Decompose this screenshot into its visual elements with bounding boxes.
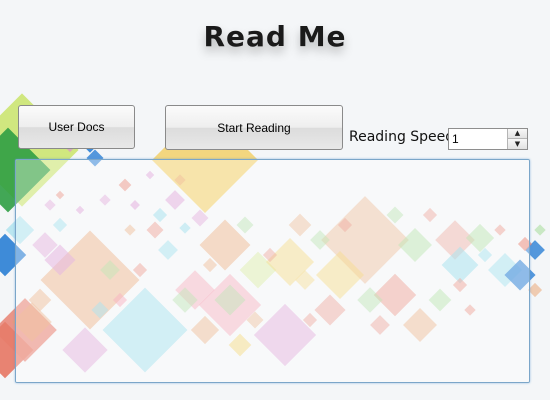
spin-up-button[interactable]: ▲ — [507, 129, 527, 139]
decor-square — [534, 224, 546, 236]
reading-speed-input[interactable] — [449, 129, 507, 149]
reader-text-area — [15, 159, 530, 383]
decor-square — [527, 282, 543, 298]
arrow-down-icon: ▼ — [514, 139, 521, 148]
page-title: Read Me — [203, 20, 347, 53]
reader-textarea[interactable] — [16, 160, 529, 382]
spin-down-button[interactable]: ▼ — [507, 139, 527, 149]
start-reading-button[interactable]: Start Reading — [165, 105, 343, 150]
user-docs-button[interactable]: User Docs — [18, 105, 135, 149]
arrow-up-icon: ▲ — [514, 129, 521, 137]
reading-speed-spinner: ▲ ▼ — [448, 128, 528, 150]
reading-speed-label: Reading Speed — [349, 129, 455, 145]
